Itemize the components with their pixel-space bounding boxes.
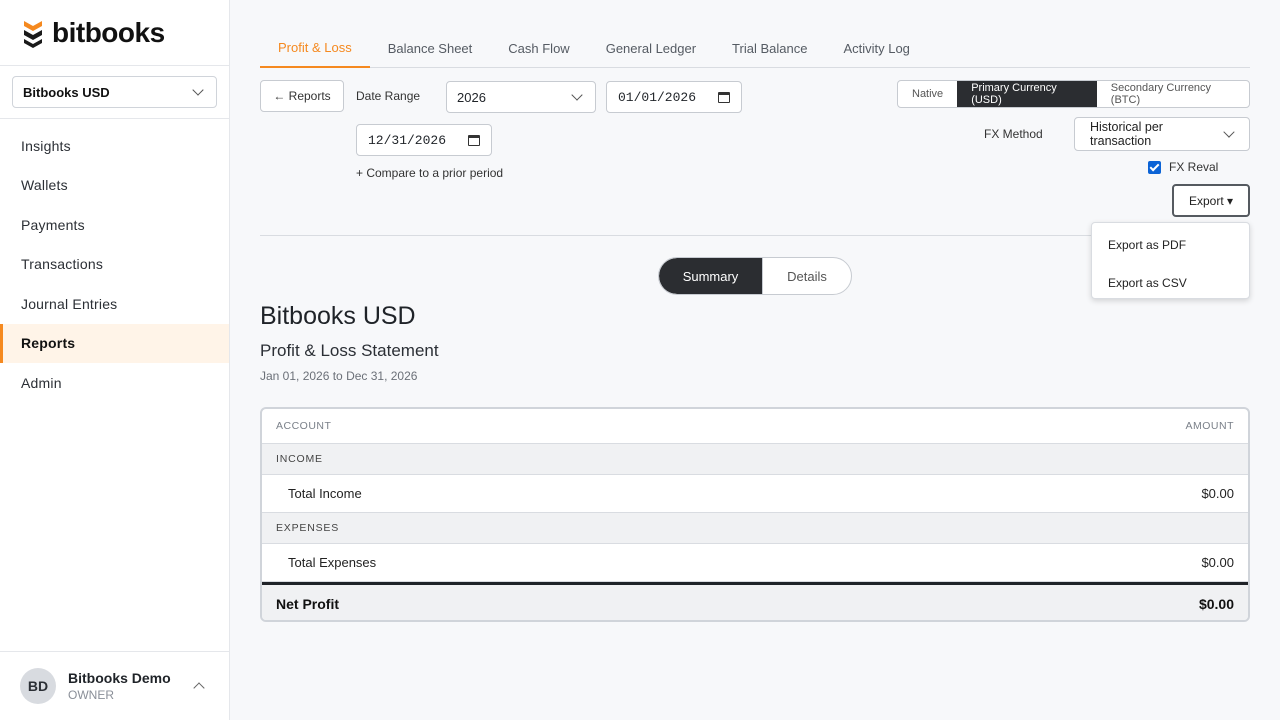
net-profit-row: Net Profit $0.00 [262, 582, 1248, 620]
export-pdf-menu-item[interactable]: Export as PDF [1092, 226, 1249, 264]
report-tabs: Profit & Loss Balance Sheet Cash Flow Ge… [260, 28, 1250, 68]
start-date-input[interactable]: 01/01/2026 [606, 81, 742, 113]
end-date-value: 12/31/2026 [368, 132, 447, 148]
column-amount: AMOUNT [1185, 420, 1234, 432]
start-date-value: 01/01/2026 [618, 89, 697, 105]
tab-profit-loss[interactable]: Profit & Loss [260, 28, 370, 68]
total-income-label: Total Income [288, 486, 362, 501]
tab-trial-balance[interactable]: Trial Balance [714, 28, 825, 68]
currency-primary-button[interactable]: Primary Currency (USD) [957, 81, 1097, 107]
export-dropdown-menu: Export as PDF Export as CSV [1091, 222, 1250, 299]
table-header: ACCOUNT AMOUNT [262, 409, 1248, 444]
report-title: Profit & Loss Statement [260, 341, 439, 360]
details-view-button[interactable]: Details [762, 258, 851, 294]
user-name: Bitbooks Demo [68, 670, 171, 686]
fx-method-select[interactable]: Historical per transaction [1074, 117, 1250, 151]
organization-select[interactable]: Bitbooks USD [12, 76, 217, 108]
export-button[interactable]: Export ▾ [1172, 184, 1250, 217]
fx-method-label: FX Method [984, 127, 1043, 141]
user-role: OWNER [68, 688, 114, 702]
summary-view-button[interactable]: Summary [659, 258, 762, 294]
year-select[interactable]: 2026 [446, 81, 596, 113]
fx-reval-checkbox[interactable]: FX Reval [1148, 160, 1218, 174]
currency-secondary-button[interactable]: Secondary Currency (BTC) [1097, 81, 1249, 107]
net-profit-label: Net Profit [276, 595, 339, 612]
chevron-up-icon[interactable] [193, 682, 205, 694]
chevron-down-icon [1223, 126, 1235, 138]
organization-select-value: Bitbooks USD [23, 84, 110, 100]
sidebar-item-payments[interactable]: Payments [0, 205, 229, 245]
total-expenses-value: $0.00 [1201, 555, 1234, 570]
fx-reval-label: FX Reval [1169, 160, 1219, 174]
tab-cash-flow[interactable]: Cash Flow [490, 28, 587, 68]
tab-balance-sheet[interactable]: Balance Sheet [370, 28, 491, 68]
sidebar: bitbooks Bitbooks USD Insights Wallets P… [0, 0, 230, 720]
expenses-section-header: EXPENSES [262, 513, 1248, 544]
fx-method-value: Historical per transaction [1090, 120, 1163, 148]
report-date-range: Jan 01, 2026 to Dec 31, 2026 [260, 369, 418, 383]
net-profit-value: $0.00 [1198, 595, 1234, 612]
calendar-icon[interactable] [718, 91, 730, 103]
chevron-down-icon [571, 89, 583, 101]
income-section-header: INCOME [262, 444, 1248, 475]
checkbox-checked-icon[interactable] [1148, 160, 1161, 174]
table-row[interactable]: Total Income $0.00 [262, 475, 1248, 513]
avatar: BD [20, 668, 56, 704]
total-income-value: $0.00 [1201, 486, 1234, 501]
back-to-reports-button[interactable]: ← Reports [260, 80, 344, 112]
logo[interactable]: bitbooks [0, 0, 229, 66]
sidebar-nav: Insights Wallets Payments Transactions J… [0, 119, 229, 403]
column-account: ACCOUNT [276, 420, 332, 432]
sidebar-item-reports[interactable]: Reports [0, 323, 229, 363]
table-row[interactable]: Total Expenses $0.00 [262, 544, 1248, 582]
total-expenses-label: Total Expenses [288, 555, 377, 570]
company-name: Bitbooks USD [260, 302, 416, 330]
view-toggle: Summary Details [658, 257, 852, 295]
year-select-value: 2026 [457, 89, 486, 105]
sidebar-item-wallets[interactable]: Wallets [0, 166, 229, 206]
date-range-label: Date Range [356, 89, 421, 103]
sidebar-item-admin[interactable]: Admin [0, 363, 229, 403]
chevron-down-icon [192, 84, 204, 96]
end-date-input[interactable]: 12/31/2026 [356, 124, 492, 156]
sidebar-item-insights[interactable]: Insights [0, 126, 229, 166]
tab-general-ledger[interactable]: General Ledger [588, 28, 714, 68]
tab-activity-log[interactable]: Activity Log [825, 28, 927, 68]
sidebar-item-journal-entries[interactable]: Journal Entries [0, 284, 229, 324]
bitbooks-logo-icon [24, 20, 42, 48]
currency-toggle: Native Primary Currency (USD) Secondary … [897, 80, 1250, 108]
calendar-icon[interactable] [468, 134, 480, 146]
export-csv-menu-item[interactable]: Export as CSV [1092, 264, 1249, 302]
logo-text: bitbooks [52, 16, 165, 48]
sidebar-item-transactions[interactable]: Transactions [0, 245, 229, 285]
currency-native-button[interactable]: Native [898, 81, 957, 107]
user-menu[interactable]: BD Bitbooks Demo OWNER [0, 651, 229, 720]
compare-prior-period-link[interactable]: + Compare to a prior period [356, 166, 503, 180]
profit-loss-table: ACCOUNT AMOUNT INCOME Total Income $0.00… [260, 407, 1250, 622]
